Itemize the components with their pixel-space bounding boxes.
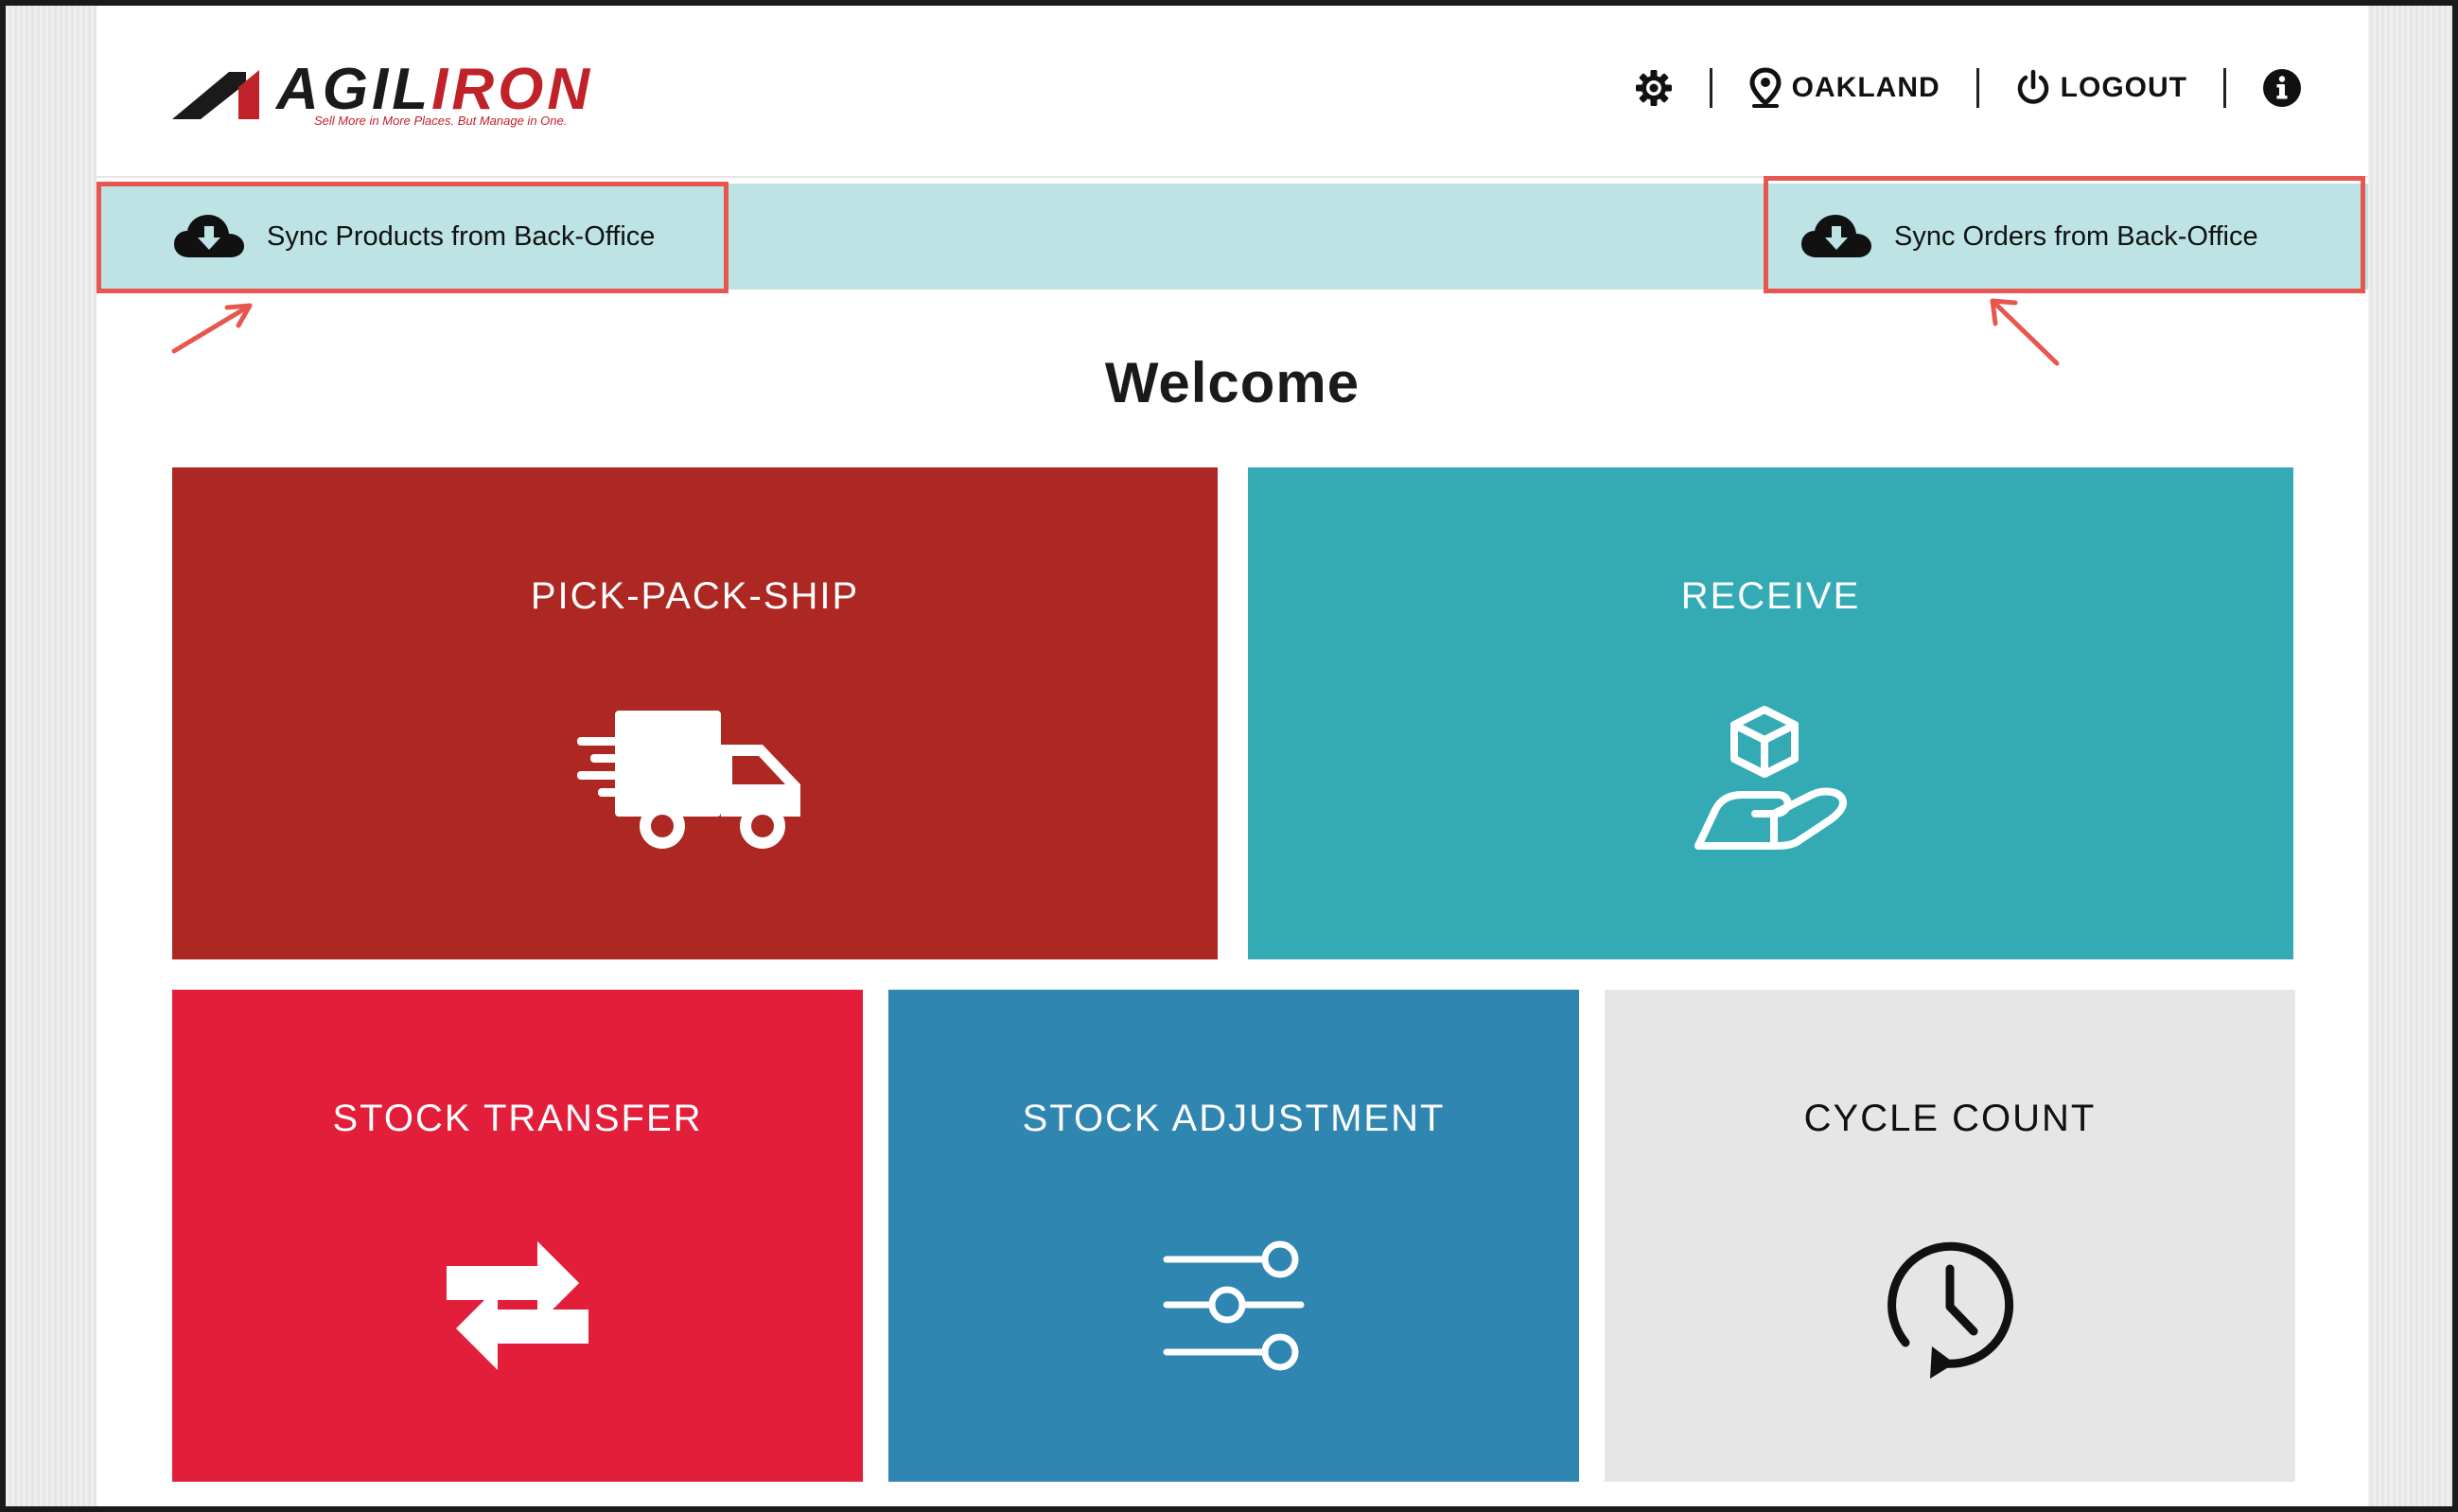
logout-button[interactable]: LOGOUT [2015,69,2187,107]
welcome-heading: Welcome [1104,351,1361,414]
tile-pick-pack-ship[interactable]: PICK-PACK-SHIP [172,467,1218,959]
highlight-box-products [97,182,729,293]
tile-title: PICK-PACK-SHIP [530,575,860,617]
settings-button[interactable] [1634,68,1674,108]
logo-tagline: Sell More in More Places. But Manage in … [314,114,568,128]
highlight-box-orders [1764,176,2365,293]
location-label: OAKLAND [1791,72,1940,103]
logo-mark-icon [172,70,259,119]
map-pin-icon [1749,67,1782,108]
logo-wordmark: AGILIRON [276,57,594,122]
tile-stock-adjustment[interactable]: STOCK ADJUSTMENT [888,990,1579,1482]
tile-title: STOCK ADJUSTMENT [1022,1098,1446,1139]
app-window: AGILIRON Sell More in More Places. But M… [97,6,2368,1506]
tile-title: CYCLE COUNT [1803,1098,2097,1139]
history-clock-icon [1887,1241,2014,1379]
tile-cycle-count[interactable]: CYCLE COUNT [1605,990,2295,1482]
sliders-icon [1163,1240,1305,1371]
hand-box-icon [1694,706,1847,850]
header: AGILIRON Sell More in More Places. But M… [97,6,2368,178]
tile-stock-transfer[interactable]: STOCK TRANSFER [172,990,863,1482]
logout-label: LOGOUT [2060,72,2187,103]
tile-receive[interactable]: RECEIVE [1248,467,2293,959]
transfer-arrows-icon [447,1241,588,1370]
info-button[interactable] [2262,68,2302,108]
gear-icon [1635,70,1672,106]
power-icon [2017,69,2048,104]
tile-title: STOCK TRANSFER [332,1098,703,1139]
location-button[interactable]: OAKLAND [1748,67,1940,109]
agiliron-logo[interactable]: AGILIRON Sell More in More Places. But M… [172,57,607,128]
delivery-truck-icon [576,711,800,849]
nav-divider [2223,68,2226,108]
nav-divider [1975,68,1979,108]
nav-divider [1709,68,1712,108]
tile-title: RECEIVE [1680,575,1861,617]
top-nav: OAKLAND LOGOUT [1634,64,2302,112]
info-icon [2263,69,2301,107]
